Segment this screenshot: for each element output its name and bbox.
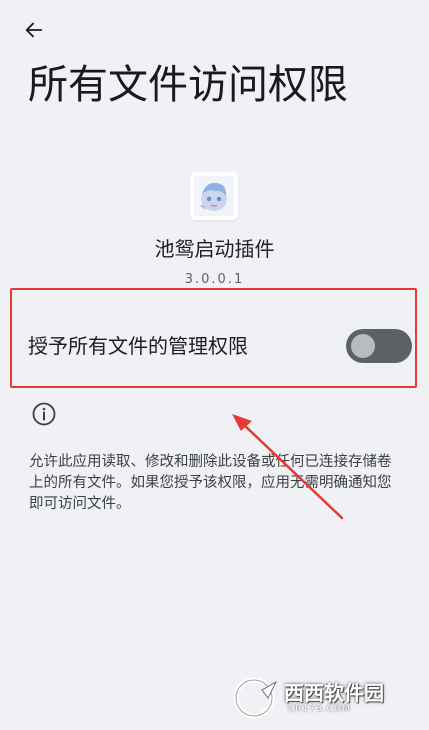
toggle-knob xyxy=(351,334,375,358)
permission-toggle[interactable] xyxy=(346,329,412,363)
app-name: 池鸳启动插件 xyxy=(154,237,275,261)
back-button[interactable] xyxy=(18,14,50,46)
watermark-site: CR173.COM xyxy=(288,704,351,714)
watermark-logo: 西西软件园 CR173.COM xyxy=(232,676,412,720)
arrow-left-icon xyxy=(25,22,43,38)
app-version: 3.0.0.1 xyxy=(184,272,245,287)
permission-label: 授予所有文件的管理权限 xyxy=(28,334,248,358)
permission-description: 允许此应用读取、修改和删除此设备或任何已连接存储卷上的所有文件。如果您授予该权限… xyxy=(29,454,392,512)
page-title: 所有文件访问权限 xyxy=(28,62,348,108)
all-files-permission-row[interactable]: 授予所有文件的管理权限 xyxy=(28,318,412,374)
info-icon xyxy=(32,402,56,426)
app-avatar-icon xyxy=(190,172,238,220)
watermark-brand: 西西软件园 xyxy=(284,681,384,705)
